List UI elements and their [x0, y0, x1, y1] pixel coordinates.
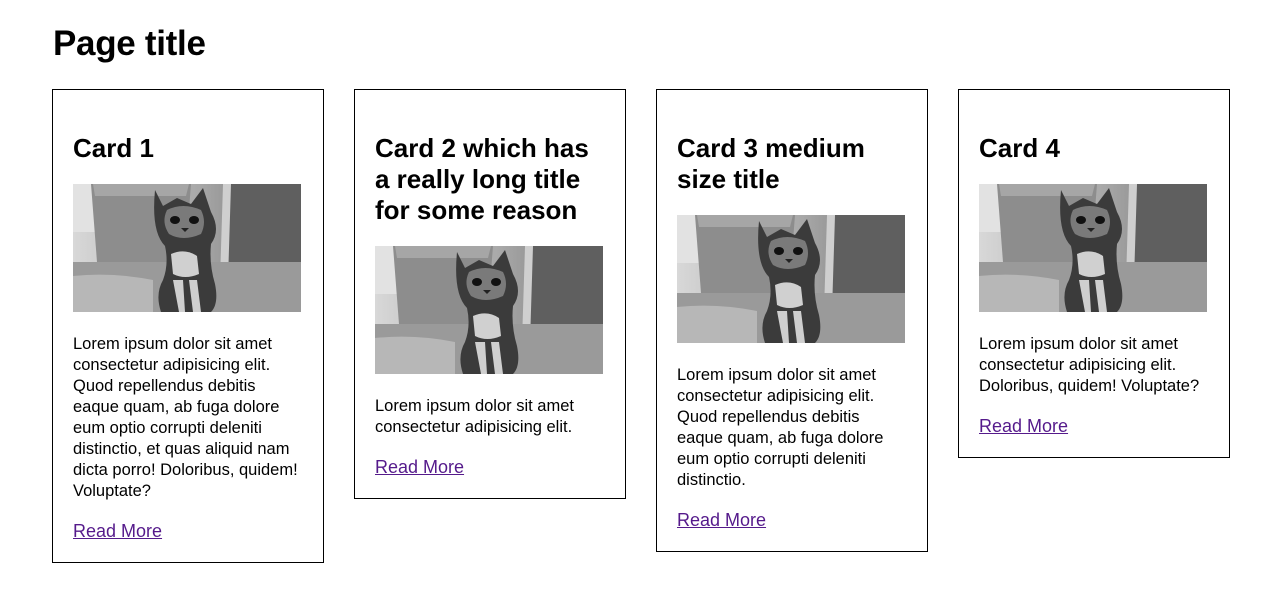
- card-list: Card 1 Lorem ipsum dolor sit amet consec…: [52, 89, 1230, 563]
- card-text: Lorem ipsum dolor sit amet consectetur a…: [375, 397, 574, 436]
- kitten-image: [375, 246, 603, 374]
- kitten-image: [677, 215, 905, 343]
- page-title: Page title: [53, 24, 206, 63]
- card: Card 3 medium size title Lorem ipsum dol…: [656, 89, 928, 552]
- kitten-image: [73, 184, 301, 312]
- read-more-link[interactable]: Read More: [73, 520, 162, 542]
- card-title: Card 3 medium size title: [677, 133, 865, 194]
- card: Card 2 which has a really long title for…: [354, 89, 626, 499]
- card-title: Card 2 which has a really long title for…: [375, 133, 589, 225]
- card-text: Lorem ipsum dolor sit amet consectetur a…: [979, 335, 1200, 395]
- kitten-image: [979, 184, 1207, 312]
- card-text: Lorem ipsum dolor sit amet consectetur a…: [677, 366, 884, 489]
- read-more-link[interactable]: Read More: [375, 456, 464, 478]
- read-more-link[interactable]: Read More: [677, 509, 766, 531]
- read-more-link[interactable]: Read More: [979, 415, 1068, 437]
- card-title: Card 1: [73, 133, 154, 163]
- card: Card 1 Lorem ipsum dolor sit amet consec…: [52, 89, 324, 563]
- card: Card 4 Lorem ipsum dolor sit amet consec…: [958, 89, 1230, 458]
- card-title: Card 4: [979, 133, 1060, 163]
- card-text: Lorem ipsum dolor sit amet consectetur a…: [73, 335, 298, 500]
